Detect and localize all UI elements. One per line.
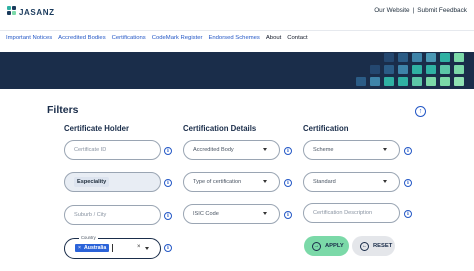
certificate-id-placeholder: Certificate ID bbox=[74, 147, 107, 153]
banner-square bbox=[454, 77, 464, 86]
banner-square bbox=[398, 65, 408, 74]
scroll-up-icon[interactable]: ↑ bbox=[415, 106, 426, 117]
apply-button[interactable]: → APPLY bbox=[304, 236, 349, 256]
country-chip-value: Australia bbox=[84, 245, 107, 251]
arrow-left-icon: ← bbox=[360, 241, 369, 251]
banner-square bbox=[440, 77, 450, 86]
banner-square bbox=[426, 65, 436, 74]
clear-icon[interactable]: × bbox=[137, 244, 141, 250]
logo-text: JASANZ bbox=[19, 7, 55, 17]
country-chip[interactable]: × Australia bbox=[75, 244, 110, 252]
our-website-link[interactable]: Our Website bbox=[374, 7, 409, 14]
banner-square bbox=[440, 53, 450, 62]
hero-banner bbox=[0, 52, 474, 89]
submit-feedback-link[interactable]: Submit Feedback bbox=[417, 7, 467, 14]
top-links: Our Website | Submit Feedback bbox=[374, 7, 467, 14]
reset-label: RESET bbox=[373, 243, 393, 249]
suburb-city-placeholder: Suburb / City bbox=[74, 212, 107, 218]
arrow-right-icon: → bbox=[312, 241, 321, 251]
banner-square bbox=[356, 77, 366, 86]
certificate-holder-heading: Certificate Holder bbox=[64, 124, 129, 133]
filters-title: Filters bbox=[47, 104, 79, 116]
suburb-city-input[interactable]: Suburb / City bbox=[64, 205, 161, 225]
standard-select[interactable]: Standard bbox=[303, 172, 400, 192]
banner-square bbox=[426, 53, 436, 62]
chevron-down-icon bbox=[263, 180, 267, 183]
chevron-down-icon[interactable] bbox=[145, 247, 149, 250]
banner-square bbox=[454, 53, 464, 62]
country-info-icon[interactable]: i bbox=[164, 244, 172, 252]
banner-square bbox=[412, 53, 422, 62]
accredited-body-select[interactable]: Accredited Body bbox=[183, 140, 280, 160]
banner-square bbox=[384, 53, 394, 62]
chip-remove-icon[interactable]: × bbox=[78, 245, 81, 251]
banner-square bbox=[384, 65, 394, 74]
country-select[interactable]: Country × Australia × bbox=[64, 235, 161, 259]
jasanz-logo[interactable]: JASANZ bbox=[7, 5, 55, 19]
holder-name-value: Especiality bbox=[74, 177, 110, 187]
standard-placeholder: Standard bbox=[313, 179, 336, 185]
chevron-down-icon bbox=[263, 148, 267, 151]
top-header: JASANZ Our Website | Submit Feedback bbox=[0, 0, 474, 24]
chevron-down-icon bbox=[263, 212, 267, 215]
nav-about[interactable]: About bbox=[266, 35, 281, 41]
certification-heading: Certification bbox=[303, 124, 349, 133]
banner-square bbox=[426, 77, 436, 86]
certificate-id-info-icon[interactable]: i bbox=[164, 147, 172, 155]
banner-square bbox=[398, 77, 408, 86]
suburb-city-info-icon[interactable]: i bbox=[164, 212, 172, 220]
certification-details-heading: Certification Details bbox=[183, 124, 257, 133]
banner-square bbox=[370, 77, 380, 86]
scheme-select[interactable]: Scheme bbox=[303, 140, 400, 160]
certificate-id-input[interactable]: Certificate ID bbox=[64, 140, 161, 160]
nav-certifications[interactable]: Certifications bbox=[112, 35, 146, 41]
banner-square bbox=[412, 77, 422, 86]
certification-description-info-icon[interactable]: i bbox=[404, 210, 412, 218]
nav-endorsed-schemes[interactable]: Endorsed Schemes bbox=[208, 35, 259, 41]
logo-mark-icon bbox=[7, 6, 17, 18]
banner-square bbox=[412, 65, 422, 74]
isic-code-info-icon[interactable]: i bbox=[284, 211, 292, 219]
standard-info-icon[interactable]: i bbox=[404, 179, 412, 187]
reset-button[interactable]: ← RESET bbox=[352, 236, 395, 256]
isic-code-select[interactable]: ISIC Code bbox=[183, 204, 280, 224]
text-cursor bbox=[112, 244, 113, 252]
link-separator: | bbox=[412, 7, 415, 14]
banner-square bbox=[398, 53, 408, 62]
certification-description-placeholder: Certification Description bbox=[313, 210, 373, 216]
type-of-certification-select[interactable]: Type of certification bbox=[183, 172, 280, 192]
accredited-body-placeholder: Accredited Body bbox=[193, 147, 234, 153]
banner-square bbox=[384, 77, 394, 86]
chevron-down-icon bbox=[383, 180, 387, 183]
nav-contact[interactable]: Contact bbox=[287, 35, 307, 41]
apply-label: APPLY bbox=[325, 243, 344, 249]
isic-code-placeholder: ISIC Code bbox=[193, 211, 219, 217]
banner-square bbox=[440, 65, 450, 74]
nav-codemark-register[interactable]: CodeMark Register bbox=[152, 35, 203, 41]
banner-square bbox=[454, 65, 464, 74]
nav-important-notices[interactable]: Important Notices bbox=[6, 35, 52, 41]
banner-square bbox=[370, 65, 380, 74]
holder-name-info-icon[interactable]: i bbox=[164, 179, 172, 187]
type-of-certification-info-icon[interactable]: i bbox=[284, 179, 292, 187]
scheme-placeholder: Scheme bbox=[313, 147, 334, 153]
type-of-certification-placeholder: Type of certification bbox=[193, 179, 242, 185]
main-nav: Important Notices Accredited Bodies Cert… bbox=[0, 30, 474, 44]
chevron-down-icon bbox=[383, 148, 387, 151]
scheme-info-icon[interactable]: i bbox=[404, 147, 412, 155]
nav-accredited-bodies[interactable]: Accredited Bodies bbox=[58, 35, 105, 41]
accredited-body-info-icon[interactable]: i bbox=[284, 147, 292, 155]
holder-name-input[interactable]: Especiality bbox=[64, 172, 161, 192]
country-label: Country bbox=[79, 235, 98, 240]
certification-description-input[interactable]: Certification Description bbox=[303, 203, 400, 223]
